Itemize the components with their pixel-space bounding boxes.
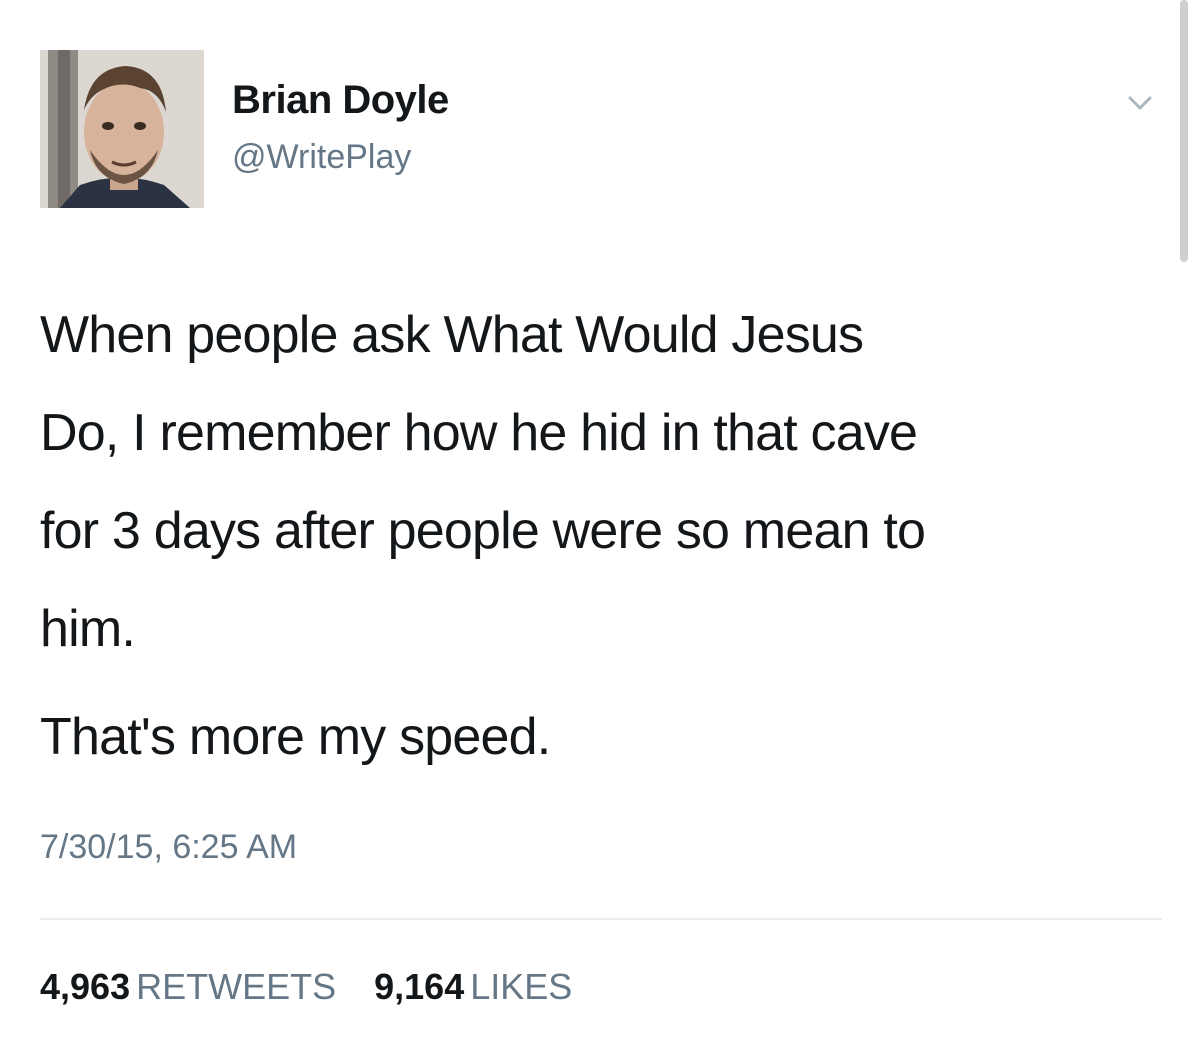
tweet-card: Brian Doyle @WritePlay When people ask W…	[0, 0, 1200, 1050]
scrollbar[interactable]	[1180, 0, 1188, 262]
tweet-paragraph: When people ask What Would Jesus Do, I r…	[40, 306, 926, 658]
retweets-count: 4,963	[40, 966, 131, 1007]
tweet-stats: 4,963 RETWEETS 9,164 LIKES	[40, 966, 572, 1008]
user-handle[interactable]: @WritePlay	[232, 138, 411, 177]
tweet-text: When people ask What Would Jesus Do, I r…	[40, 286, 1170, 786]
retweets-label: RETWEETS	[136, 966, 337, 1007]
divider	[40, 918, 1162, 920]
tweet-timestamp[interactable]: 7/30/15, 6:25 AM	[40, 828, 297, 867]
likes-label: LIKES	[470, 966, 573, 1007]
retweets-stat[interactable]: 4,963 RETWEETS	[40, 966, 336, 1008]
avatar-photo	[40, 50, 204, 208]
likes-count: 9,164	[374, 966, 465, 1007]
chevron-down-icon[interactable]	[1118, 86, 1162, 122]
user-display-name[interactable]: Brian Doyle	[232, 78, 449, 123]
likes-stat[interactable]: 9,164 LIKES	[374, 966, 572, 1008]
avatar[interactable]	[40, 50, 204, 208]
tweet-paragraph: That's more my speed.	[40, 708, 551, 766]
